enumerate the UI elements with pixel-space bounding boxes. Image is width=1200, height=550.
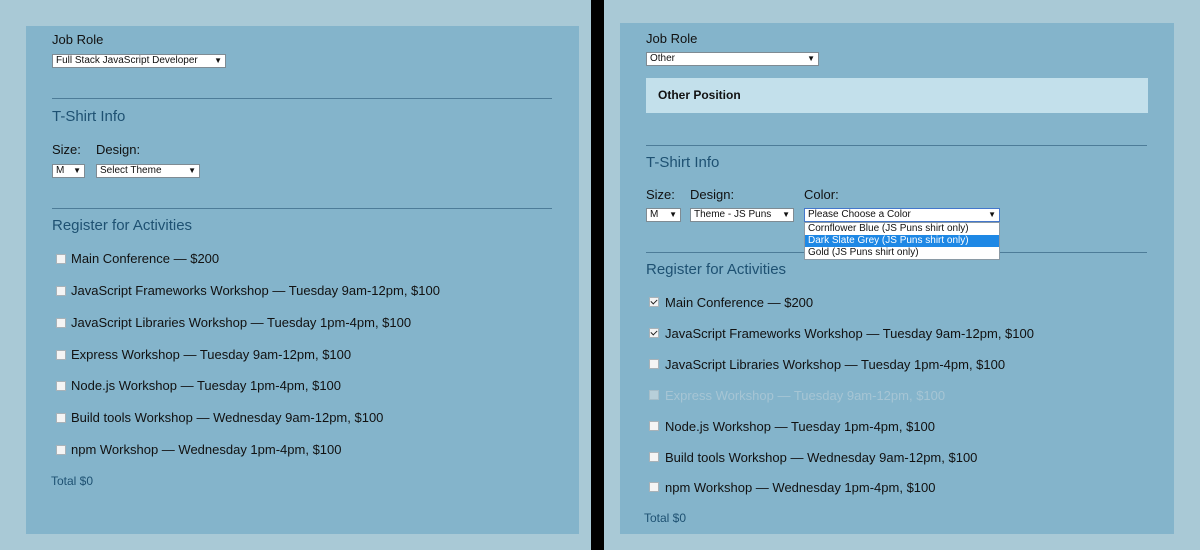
- color-option-selected[interactable]: Dark Slate Grey (JS Puns shirt only): [805, 235, 999, 247]
- activity-label: Main Conference — $200: [665, 295, 814, 310]
- chevron-down-icon: ▼: [188, 166, 196, 175]
- color-label: Color:: [804, 187, 839, 202]
- activity-label: Build tools Workshop — Wednesday 9am-12p…: [665, 450, 978, 465]
- job-role-select[interactable]: Other ▼: [646, 52, 819, 66]
- total-amount: Total $0: [51, 474, 94, 488]
- job-role-label: Job Role: [646, 31, 698, 46]
- activity-checkbox[interactable]: [56, 286, 66, 296]
- screenshot-stage: Job Role Full Stack JavaScript Developer…: [0, 0, 1200, 550]
- job-role-value: Full Stack JavaScript Developer: [56, 55, 198, 66]
- chevron-down-icon: ▼: [73, 166, 81, 175]
- activity-label-disabled: Express Workshop — Tuesday 9am-12pm, $10…: [665, 388, 946, 403]
- activity-checkbox-disabled: [649, 390, 659, 400]
- color-select[interactable]: Please Choose a Color ▼: [804, 208, 1000, 222]
- design-value: Select Theme: [100, 165, 162, 176]
- chevron-down-icon: ▼: [214, 56, 222, 65]
- activity-label: Node.js Workshop — Tuesday 1pm-4pm, $100: [71, 378, 342, 393]
- activity-label: Main Conference — $200: [71, 251, 220, 266]
- other-position-field[interactable]: Other Position: [646, 78, 1148, 113]
- color-value: Please Choose a Color: [808, 209, 911, 220]
- chevron-down-icon: ▼: [782, 210, 790, 219]
- section-divider: [646, 145, 1147, 146]
- activity-checkbox[interactable]: [649, 452, 659, 462]
- color-options-list: Cornflower Blue (JS Puns shirt only) Dar…: [804, 222, 1000, 260]
- activity-checkbox[interactable]: [649, 482, 659, 492]
- activity-label: Express Workshop — Tuesday 9am-12pm, $10…: [71, 347, 352, 362]
- activity-checkbox[interactable]: [649, 421, 659, 431]
- color-option[interactable]: Cornflower Blue (JS Puns shirt only): [805, 223, 999, 235]
- activity-label: JavaScript Libraries Workshop — Tuesday …: [71, 315, 412, 330]
- activity-checkbox[interactable]: [56, 445, 66, 455]
- size-select[interactable]: M ▼: [646, 208, 681, 222]
- job-role-select[interactable]: Full Stack JavaScript Developer ▼: [52, 54, 226, 68]
- activity-label: Node.js Workshop — Tuesday 1pm-4pm, $100: [665, 419, 936, 434]
- total-amount: Total $0: [644, 511, 687, 525]
- activity-checkbox[interactable]: [56, 254, 66, 264]
- size-value: M: [650, 209, 659, 220]
- activity-checkbox[interactable]: [56, 381, 66, 391]
- chevron-down-icon: ▼: [669, 210, 677, 219]
- design-value: Theme - JS Puns: [694, 209, 772, 220]
- activity-checkbox[interactable]: [649, 328, 659, 338]
- size-select[interactable]: M ▼: [52, 164, 85, 178]
- activity-label: JavaScript Libraries Workshop — Tuesday …: [665, 357, 1006, 372]
- activity-label: JavaScript Frameworks Workshop — Tuesday…: [71, 283, 440, 298]
- activity-label: npm Workshop — Wednesday 1pm-4pm, $100: [71, 442, 342, 457]
- activity-checkbox[interactable]: [56, 413, 66, 423]
- section-divider: [52, 98, 552, 99]
- chevron-down-icon: ▼: [988, 210, 996, 219]
- design-select[interactable]: Theme - JS Puns ▼: [690, 208, 794, 222]
- register-activities-title: Register for Activities: [52, 217, 193, 234]
- activity-checkbox[interactable]: [649, 359, 659, 369]
- design-label: Design:: [96, 142, 141, 157]
- design-select[interactable]: Select Theme ▼: [96, 164, 200, 178]
- activity-checkbox[interactable]: [649, 297, 659, 307]
- tshirt-info-title: T-Shirt Info: [646, 154, 720, 171]
- size-label: Size:: [52, 142, 81, 157]
- activity-checkbox[interactable]: [56, 318, 66, 328]
- chevron-down-icon: ▼: [807, 54, 815, 63]
- size-value: M: [56, 165, 65, 176]
- activity-label: Build tools Workshop — Wednesday 9am-12p…: [71, 410, 384, 425]
- design-label: Design:: [690, 187, 735, 202]
- job-role-label: Job Role: [52, 32, 104, 47]
- activity-label: JavaScript Frameworks Workshop — Tuesday…: [665, 326, 1034, 341]
- job-role-value: Other: [650, 53, 676, 64]
- tshirt-info-title: T-Shirt Info: [52, 108, 126, 125]
- activity-checkbox[interactable]: [56, 350, 66, 360]
- activity-label: npm Workshop — Wednesday 1pm-4pm, $100: [665, 480, 936, 495]
- registration-form-left: Job Role Full Stack JavaScript Developer…: [26, 26, 579, 534]
- section-divider: [52, 208, 552, 209]
- image-separator: [591, 0, 604, 550]
- register-activities-title: Register for Activities: [646, 261, 787, 278]
- registration-form-right: Job Role Other ▼ Other Position T-Shirt …: [620, 23, 1174, 534]
- size-label: Size:: [646, 187, 675, 202]
- color-option[interactable]: Gold (JS Puns shirt only): [805, 247, 999, 259]
